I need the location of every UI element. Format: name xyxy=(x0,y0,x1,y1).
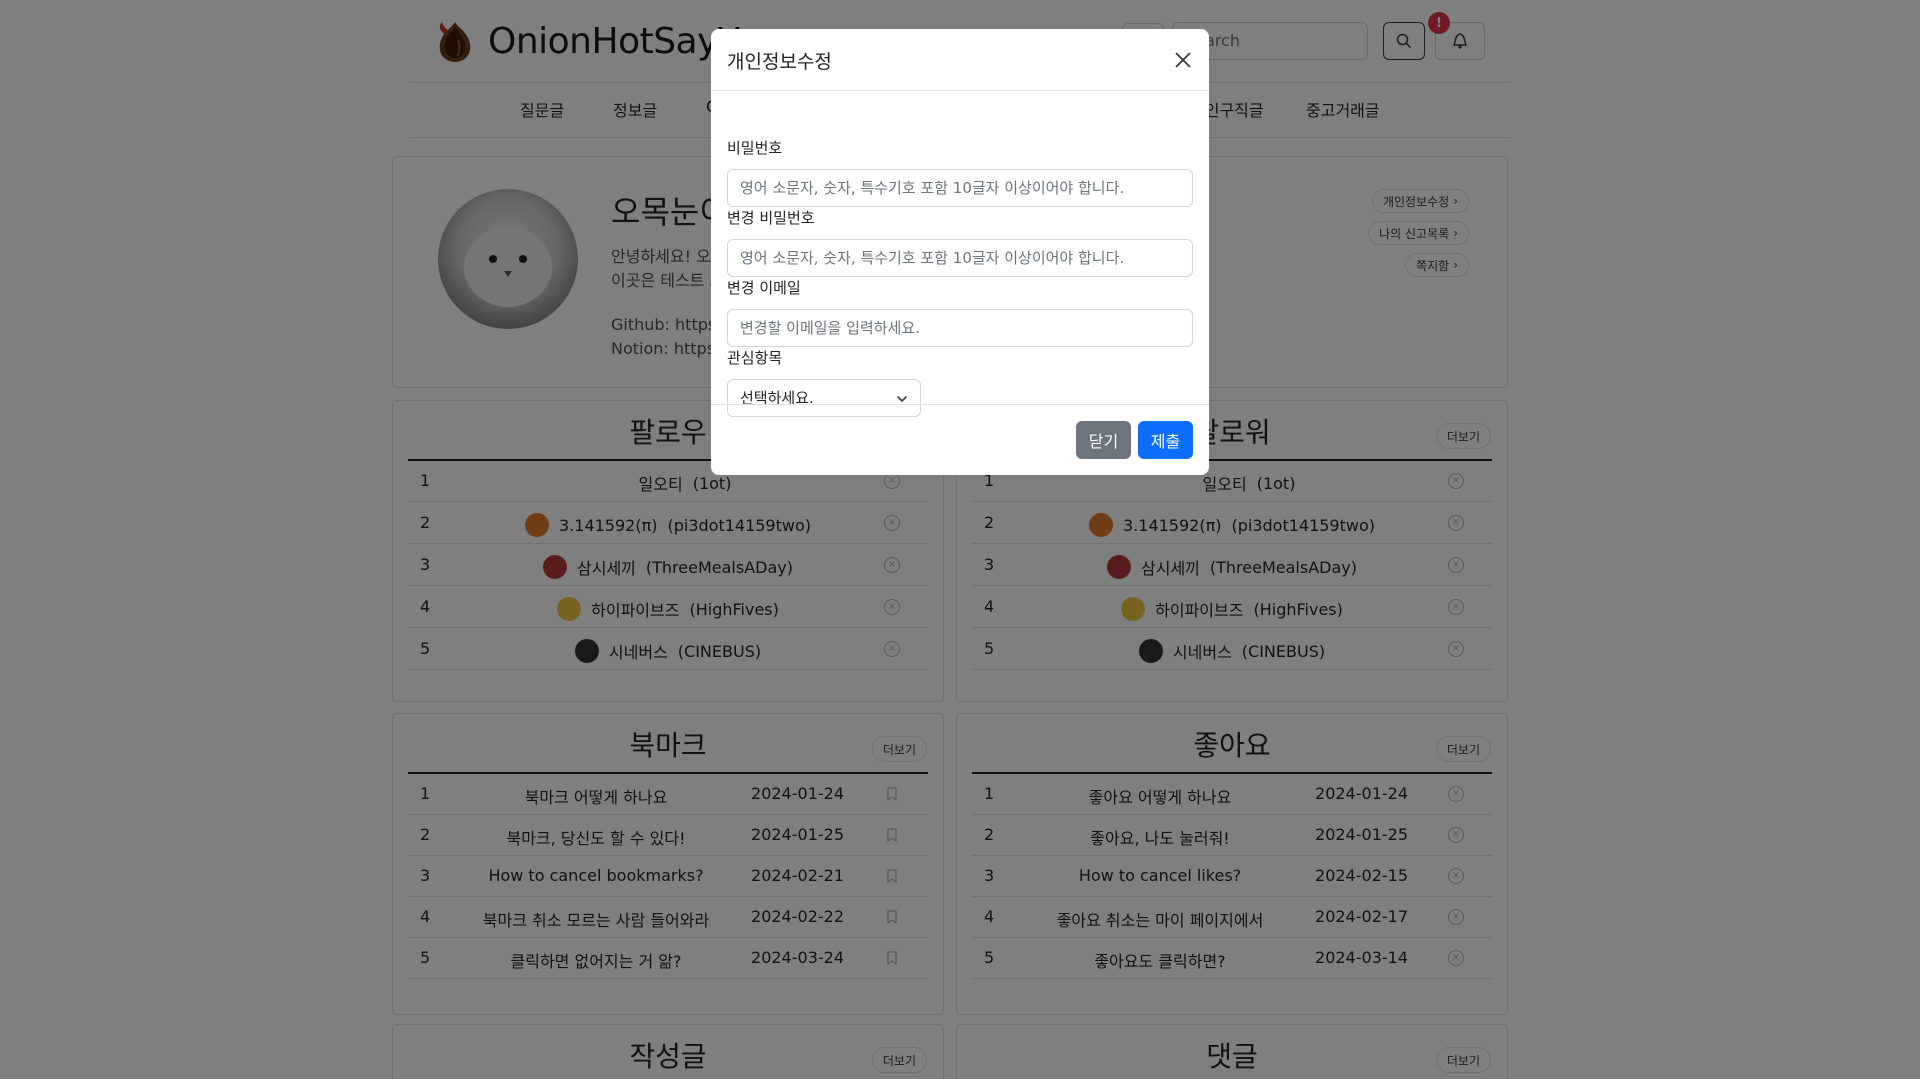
password-label: 비밀번호 xyxy=(727,139,783,157)
interest-label: 관심항목 xyxy=(727,349,783,367)
modal-body: 비밀번호 영어 소문자, 숫자, 특수기호 포함 10글자 이상이어야 합니다.… xyxy=(711,91,1209,433)
modal-title: 개인정보수정 xyxy=(727,51,832,73)
close-button[interactable]: 닫기 xyxy=(1076,421,1131,459)
new-email-input[interactable]: 변경할 이메일을 입력하세요. xyxy=(727,309,1193,347)
new-password-input[interactable]: 영어 소문자, 숫자, 특수기호 포함 10글자 이상이어야 합니다. xyxy=(727,239,1193,277)
modal-header: 개인정보수정 xyxy=(711,29,1209,91)
modal-footer: 닫기 제출 xyxy=(711,404,1209,475)
submit-button[interactable]: 제출 xyxy=(1138,421,1193,459)
password-input[interactable]: 영어 소문자, 숫자, 특수기호 포함 10글자 이상이어야 합니다. xyxy=(727,169,1193,207)
close-icon[interactable] xyxy=(1171,48,1195,72)
new-password-label: 변경 비밀번호 xyxy=(727,209,815,227)
edit-profile-modal: 개인정보수정 비밀번호 영어 소문자, 숫자, 특수기호 포함 10글자 이상이… xyxy=(711,29,1209,475)
new-email-label: 변경 이메일 xyxy=(727,279,801,297)
